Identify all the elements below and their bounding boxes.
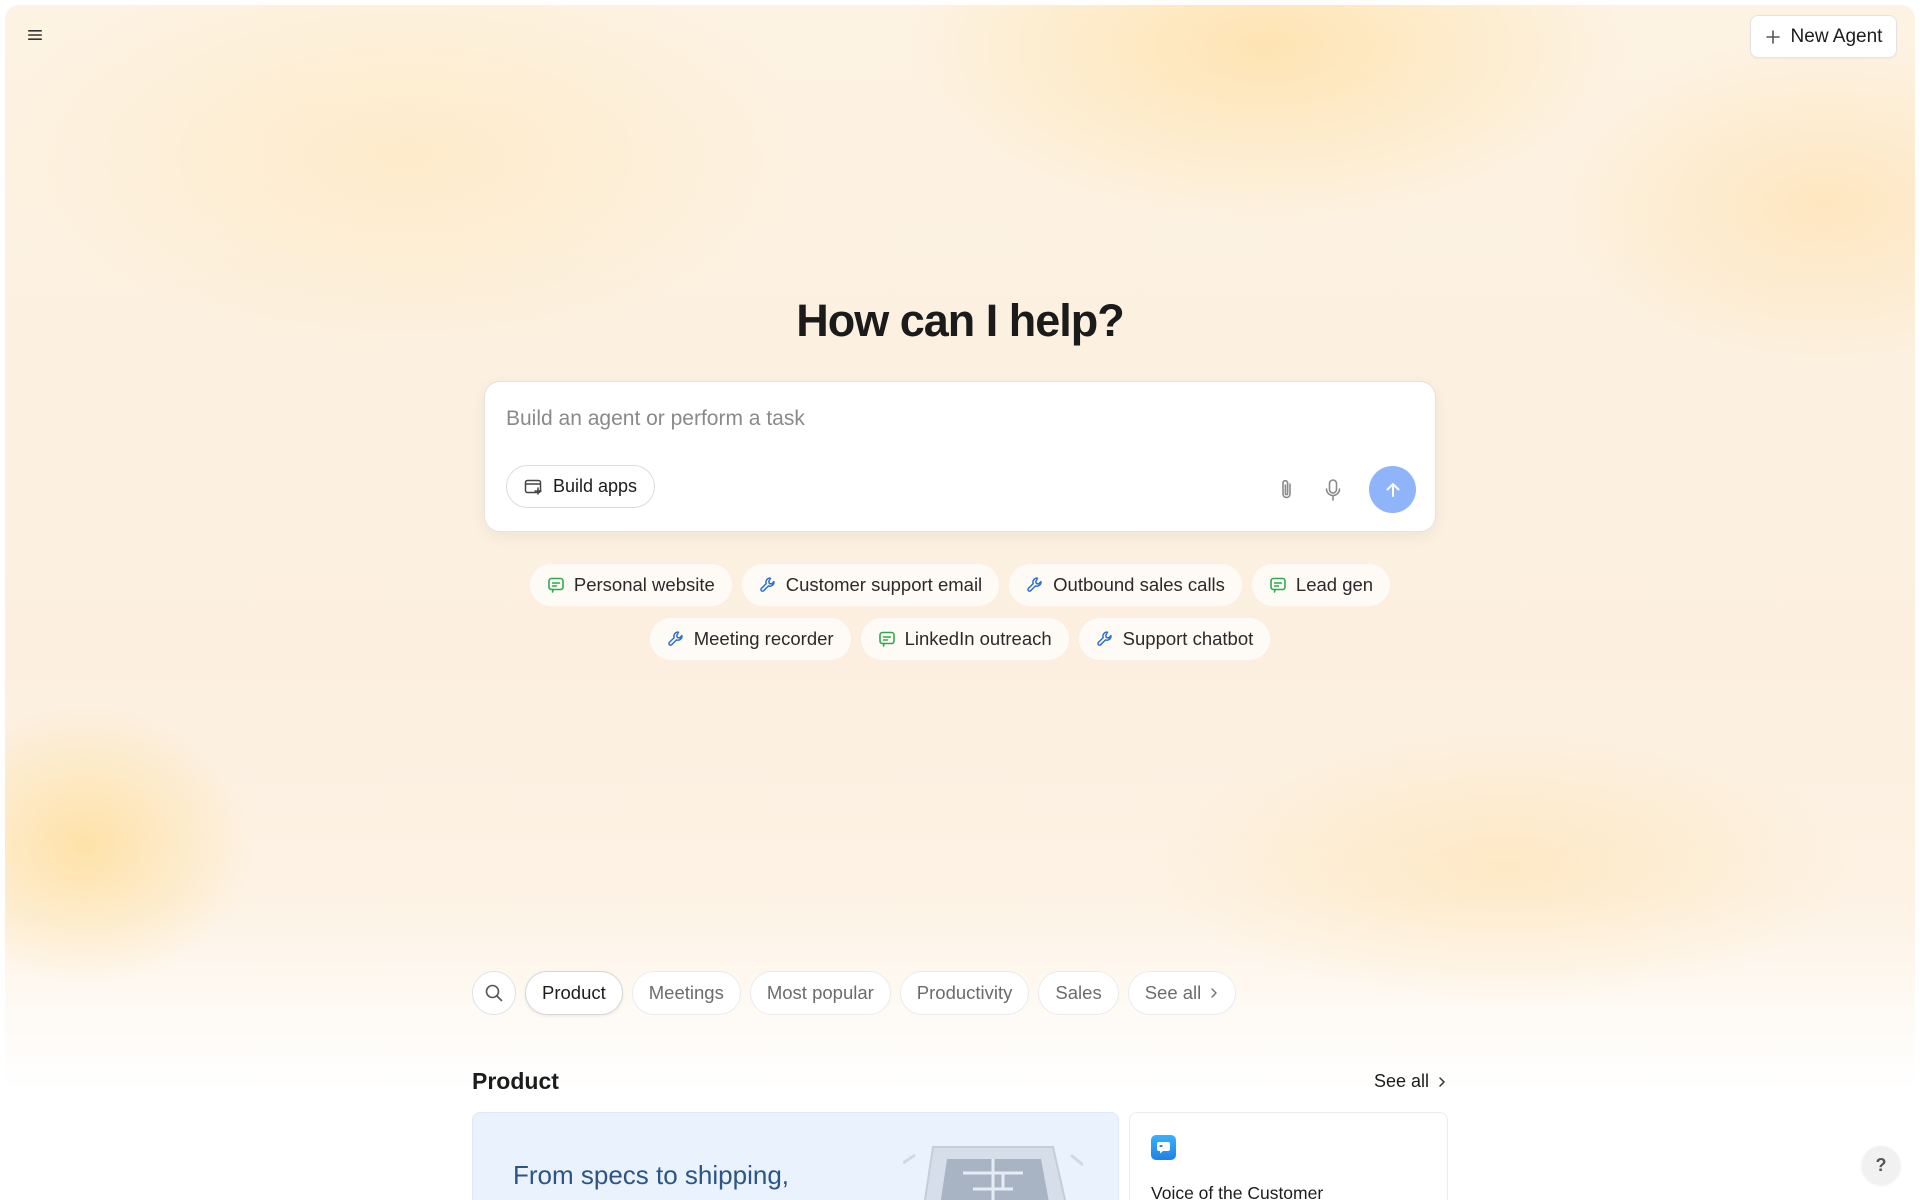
filter-tab-productivity[interactable]: Productivity — [899, 971, 1030, 1015]
wrench-icon — [1026, 576, 1044, 594]
prompt-composer: Build apps — [484, 381, 1436, 532]
arrow-up-icon — [1386, 482, 1399, 497]
paperclip-icon — [1282, 479, 1291, 499]
suggestion-chip-support-chatbot[interactable]: Support chatbot — [1078, 618, 1271, 660]
wrench-icon — [667, 630, 685, 648]
suggestion-chip-lead-gen[interactable]: Lead gen — [1251, 564, 1391, 606]
search-button[interactable] — [472, 971, 516, 1015]
build-apps-button[interactable]: Build apps — [506, 465, 655, 508]
filter-tab-product[interactable]: Product — [525, 971, 623, 1015]
section-see-all-label: See all — [1374, 1071, 1430, 1091]
suggestion-chip-meeting-recorder[interactable]: Meeting recorder — [649, 618, 851, 660]
agent-card-title: Voice of the Customer — [1151, 1183, 1324, 1200]
plus-icon — [1765, 29, 1780, 44]
suggestion-chip-label: Personal website — [573, 574, 715, 595]
microphone-icon — [1325, 479, 1341, 501]
new-agent-button[interactable]: New Agent — [1750, 15, 1897, 58]
build-apps-icon — [524, 479, 542, 495]
category-filter-bar: Product Meetings Most popular Productivity S… — [472, 971, 1237, 1015]
chevron-right-icon — [1439, 1076, 1445, 1087]
chat-bubble-icon — [1269, 576, 1287, 594]
filter-tab-label: Product — [542, 982, 606, 1003]
suggestion-row-1: Personal website Customer support email Ou… — [0, 564, 1920, 606]
suggestion-chip-label: Lead gen — [1295, 574, 1374, 595]
help-button[interactable]: ? — [1862, 1146, 1900, 1184]
chat-app-icon — [1151, 1135, 1176, 1160]
suggestion-chip-label: Outbound sales calls — [1053, 574, 1225, 595]
wrench-icon — [1096, 630, 1114, 648]
chat-bubble-icon — [878, 630, 896, 648]
filter-tab-label: Productivity — [916, 982, 1013, 1003]
featured-product-card[interactable]: From specs to shipping, — [472, 1112, 1119, 1200]
suggestion-chip-label: Support chatbot — [1122, 628, 1254, 649]
suggestion-chip-linkedin-outreach[interactable]: LinkedIn outreach — [860, 618, 1069, 660]
hamburger-menu-icon — [28, 30, 42, 40]
wrench-icon — [759, 576, 777, 594]
filter-tab-most-popular[interactable]: Most popular — [749, 971, 891, 1015]
suggestion-row-2: Meeting recorder LinkedIn outreach Support… — [0, 618, 1920, 660]
feature-card-text: From specs to shipping, — [513, 1160, 790, 1190]
microphone-button[interactable] — [1322, 478, 1344, 507]
search-icon — [485, 984, 503, 1002]
page-title: How can I help? — [796, 295, 1125, 346]
build-apps-label: Build apps — [552, 476, 638, 496]
section-see-all-link[interactable]: See all — [1374, 1071, 1447, 1092]
suggestion-chip-label: Customer support email — [785, 574, 983, 595]
filter-tab-sales[interactable]: Sales — [1038, 971, 1119, 1015]
new-agent-label: New Agent — [1790, 25, 1883, 47]
hero-background — [5, 5, 1915, 1090]
send-button[interactable] — [1369, 466, 1416, 513]
menu-button[interactable] — [22, 22, 48, 48]
suggestion-chip-outbound-sales-calls[interactable]: Outbound sales calls — [1009, 564, 1242, 606]
filter-tab-label: Meetings — [648, 982, 724, 1003]
suggestion-chip-customer-support-email[interactable]: Customer support email — [741, 564, 1000, 606]
prompt-input[interactable] — [506, 402, 1406, 436]
app-page: New Agent How can I help? Build apps — [0, 0, 1920, 1200]
filters-see-all-label: See all — [1144, 982, 1202, 1003]
suggestion-chip-label: Meeting recorder — [693, 628, 834, 649]
filter-tab-meetings[interactable]: Meetings — [631, 971, 741, 1015]
filters-see-all-button[interactable]: See all — [1127, 971, 1237, 1015]
filter-tab-label: Most popular — [766, 982, 874, 1003]
blueprint-illustration — [903, 1146, 1083, 1200]
agent-card[interactable]: Voice of the Customer — [1129, 1112, 1448, 1200]
suggestion-chip-personal-website[interactable]: Personal website — [529, 564, 732, 606]
chat-bubble-icon — [547, 576, 565, 594]
chevron-right-icon — [1211, 988, 1218, 998]
filter-pills: Product Meetings Most popular Productivity S… — [525, 971, 1119, 1015]
suggestion-chip-label: LinkedIn outreach — [904, 628, 1052, 649]
attach-button[interactable] — [1276, 478, 1298, 507]
section-title: Product — [472, 1068, 559, 1094]
filter-tab-label: Sales — [1055, 982, 1102, 1003]
